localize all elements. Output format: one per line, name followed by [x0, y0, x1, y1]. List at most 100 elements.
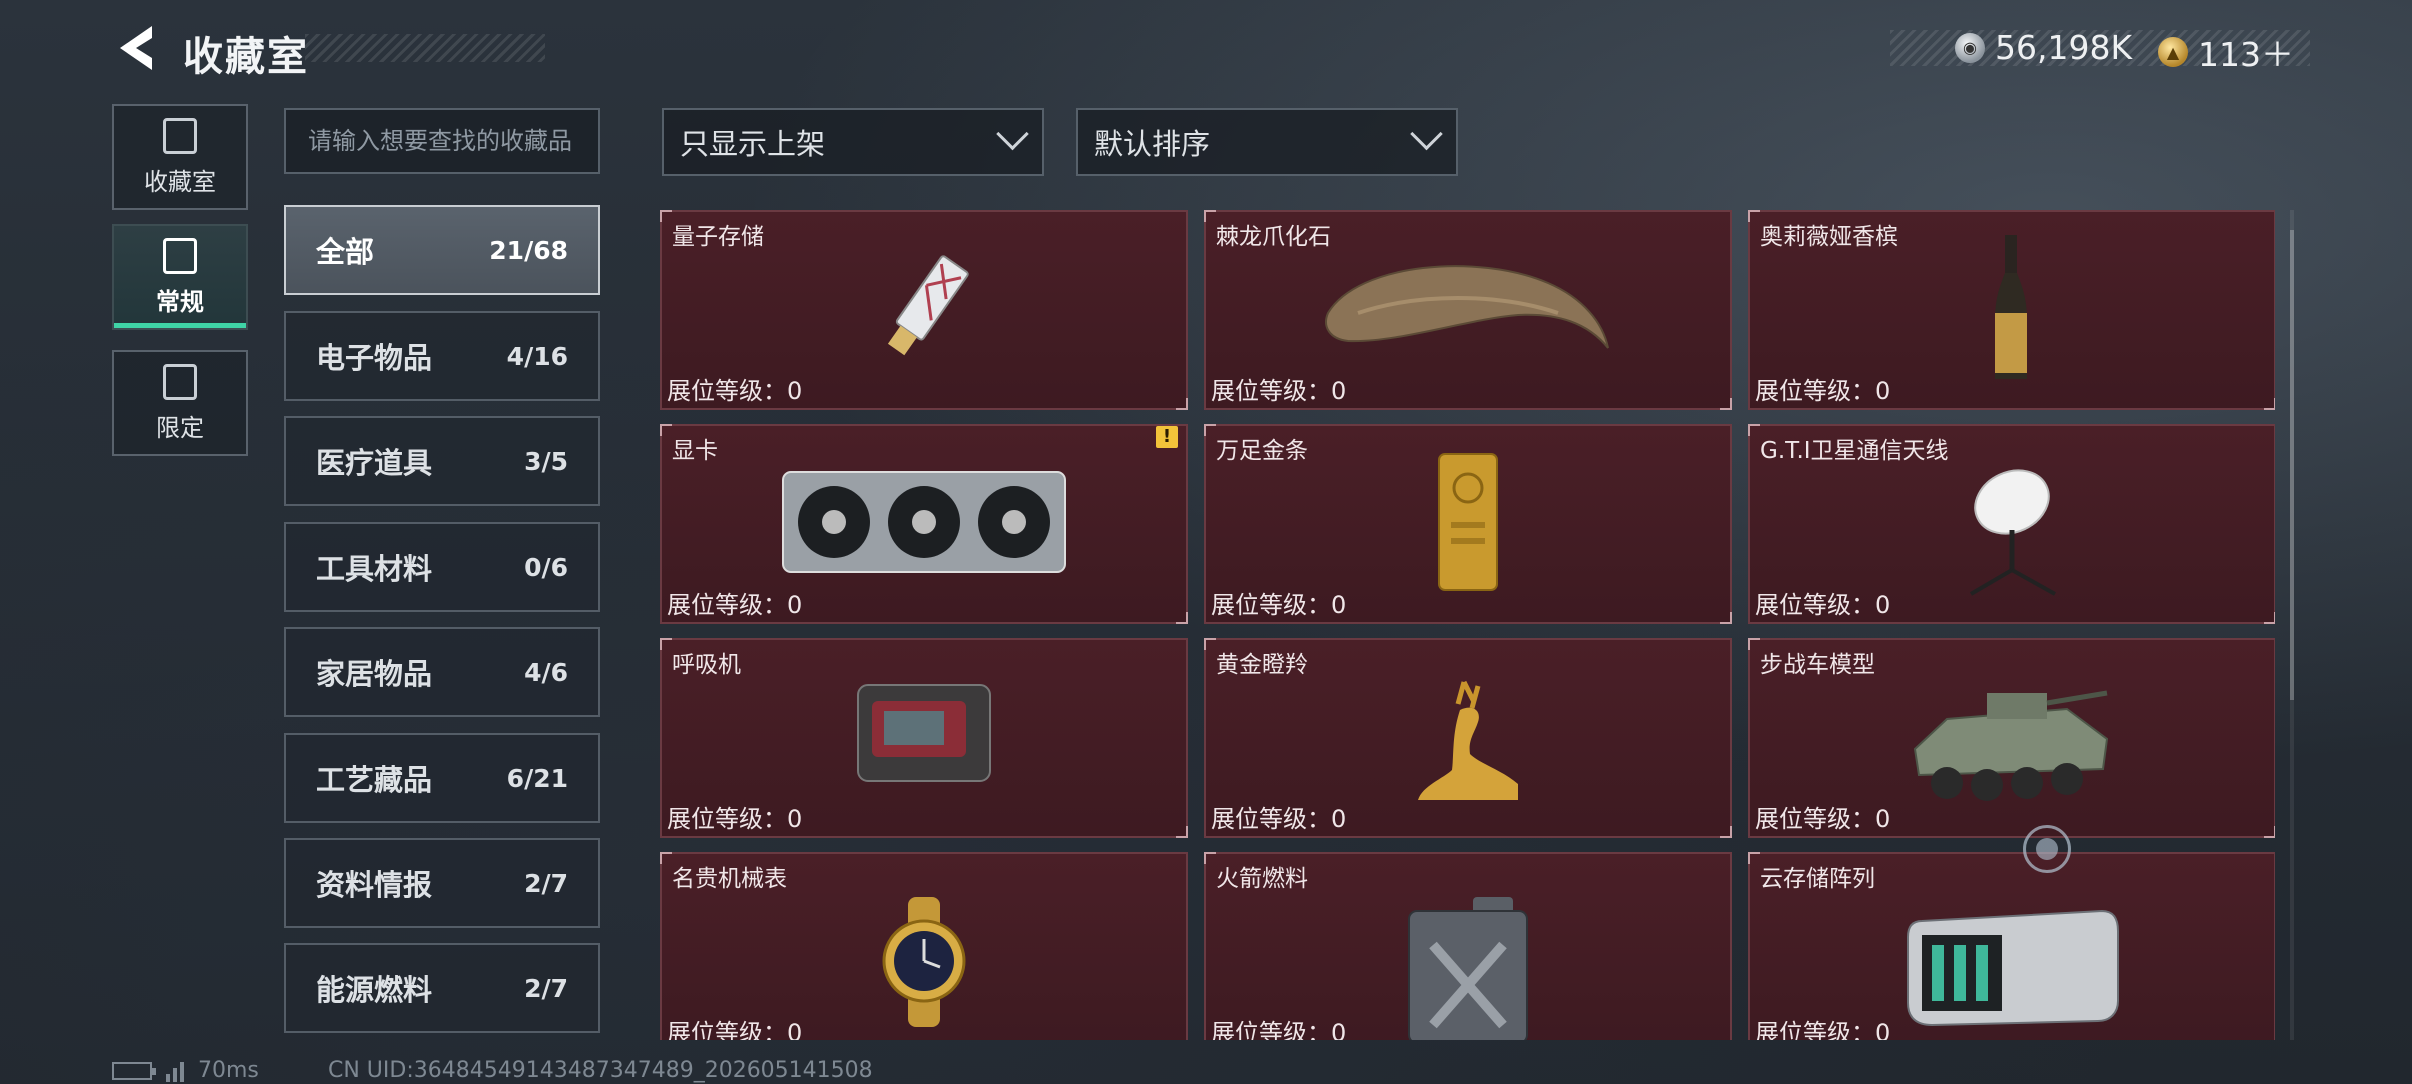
category-name: 全部: [316, 235, 375, 269]
category-count: 21/68: [489, 235, 568, 265]
category-name: 工艺藏品: [316, 763, 433, 797]
page-title: 收藏室: [183, 34, 309, 80]
category-electronics[interactable]: 电子物品 4/16: [284, 311, 600, 401]
signal-icon: [166, 1060, 184, 1082]
graphics-card-icon: [779, 462, 1069, 586]
warning-badge: !: [1156, 426, 1178, 448]
category-count: 3/5: [524, 446, 568, 476]
rail-regular[interactable]: 常规: [112, 224, 248, 330]
fuel-canister-icon: [1403, 895, 1533, 1040]
silver-currency: ◉ 56,198K: [1955, 28, 2132, 67]
item-level: 展位等级：0: [667, 805, 803, 833]
category-name: 电子物品: [316, 341, 433, 375]
gold-currency[interactable]: ▲ 113＋: [2158, 28, 2294, 76]
sort-value: 默认排序: [1094, 127, 1211, 161]
item-name: 黄金瞪羚: [1216, 652, 1308, 678]
item-level: 展位等级：0: [1755, 377, 1891, 405]
item-name: 量子存储: [672, 224, 764, 250]
chevron-down-icon: [996, 117, 1029, 150]
item-card[interactable]: 名贵机械表 展位等级：0: [660, 852, 1188, 1040]
item-card[interactable]: 步战车模型 展位等级：0: [1748, 638, 2275, 838]
item-name: 奥莉薇娅香槟: [1760, 224, 1898, 250]
collection-icon: [163, 117, 197, 154]
rail-limited[interactable]: 限定: [112, 350, 248, 456]
item-level: 展位等级：0: [1211, 805, 1347, 833]
sort-dropdown[interactable]: 默认排序: [1076, 108, 1458, 176]
item-card[interactable]: 万足金条 展位等级：0: [1204, 424, 1732, 624]
champagne-icon: [1987, 233, 2037, 387]
item-level: 展位等级：0: [667, 1019, 803, 1040]
gold-amount: 113＋: [2198, 35, 2294, 74]
scroll-thumb[interactable]: [2290, 230, 2294, 700]
item-level: 展位等级：0: [667, 377, 803, 405]
category-crafts[interactable]: 工艺藏品 6/21: [284, 733, 600, 823]
gold-coin-icon: ▲: [2158, 37, 2188, 67]
grid-scrollbar[interactable]: [2290, 210, 2294, 1040]
category-intel[interactable]: 资料情报 2/7: [284, 838, 600, 928]
category-energy[interactable]: 能源燃料 2/7: [284, 943, 600, 1033]
item-card[interactable]: 棘龙爪化石 展位等级：0: [1204, 210, 1732, 410]
item-name: 万足金条: [1216, 438, 1308, 464]
item-card[interactable]: 奥莉薇娅香槟 展位等级：0: [1748, 210, 2275, 410]
regular-icon: [163, 237, 197, 274]
rail-label: 常规: [156, 287, 204, 316]
item-name: 显卡: [672, 438, 718, 464]
search-input[interactable]: [284, 108, 600, 174]
item-card[interactable]: 云存储阵列 展位等级：0: [1748, 852, 2275, 1040]
category-count: 2/7: [524, 973, 568, 1003]
category-count: 0/6: [524, 552, 568, 582]
golden-gazelle-icon: [1408, 674, 1528, 818]
item-level: 展位等级：0: [1211, 1019, 1347, 1040]
quantum-storage-icon: [869, 248, 979, 372]
rail-label: 限定: [156, 413, 204, 442]
item-card[interactable]: 呼吸机 展位等级：0: [660, 638, 1188, 838]
item-name: 云存储阵列: [1760, 866, 1875, 892]
back-arrow-icon: [120, 26, 152, 70]
title-decoration: [305, 34, 545, 62]
category-count: 6/21: [506, 763, 568, 793]
category-count: 2/7: [524, 868, 568, 898]
ventilator-icon: [854, 681, 994, 795]
category-name: 能源燃料: [316, 973, 433, 1007]
category-all[interactable]: 全部 21/68: [284, 205, 600, 295]
category-count: 4/6: [524, 657, 568, 687]
status-bar: 70ms: [112, 1058, 259, 1083]
category-tools[interactable]: 工具材料 0/6: [284, 522, 600, 612]
category-name: 医疗道具: [316, 446, 433, 480]
gold-bar-icon: [1433, 452, 1503, 596]
chevron-down-icon: [1410, 117, 1443, 150]
category-medical[interactable]: 医疗道具 3/5: [284, 416, 600, 506]
ping-value: 70ms: [198, 1058, 259, 1083]
item-card[interactable]: 黄金瞪羚 展位等级：0: [1204, 638, 1732, 838]
silver-amount: 56,198K: [1995, 28, 2133, 67]
rail-collection-room[interactable]: 收藏室: [112, 104, 248, 210]
battery-icon: [112, 1061, 156, 1080]
shelf-filter-value: 只显示上架: [680, 127, 826, 161]
limited-icon: [163, 363, 197, 400]
item-card[interactable]: 火箭燃料 展位等级：0: [1204, 852, 1732, 1040]
storage-array-icon: [1902, 901, 2122, 1035]
item-level: 展位等级：0: [667, 591, 803, 619]
item-name: 棘龙爪化石: [1216, 224, 1331, 250]
item-name: 步战车模型: [1760, 652, 1875, 678]
category-household[interactable]: 家居物品 4/6: [284, 627, 600, 717]
item-level: 展位等级：0: [1755, 805, 1891, 833]
back-button[interactable]: [112, 22, 160, 74]
silver-coin-icon: ◉: [1955, 32, 1985, 63]
collectible-grid: 量子存储 展位等级：0 棘龙爪化石 展位等级：0 奥莉薇娅香槟 展位等级：0 显…: [660, 210, 2275, 1040]
satellite-dish-icon: [1957, 460, 2067, 604]
category-name: 家居物品: [316, 657, 433, 691]
item-level: 展位等级：0: [1211, 591, 1347, 619]
item-card[interactable]: 显卡 ! 展位等级：0: [660, 424, 1188, 624]
shelf-filter-dropdown[interactable]: 只显示上架: [662, 108, 1044, 176]
ifv-model-icon: [1907, 679, 2117, 813]
category-name: 资料情报: [316, 868, 433, 902]
mechanical-watch-icon: [864, 896, 984, 1031]
item-card[interactable]: 量子存储 展位等级：0: [660, 210, 1188, 410]
category-name: 工具材料: [316, 552, 433, 586]
item-level: 展位等级：0: [1755, 1019, 1891, 1040]
item-name: G.T.I卫星通信天线: [1760, 438, 1949, 464]
item-card[interactable]: G.T.I卫星通信天线 展位等级：0: [1748, 424, 2275, 624]
item-name: 火箭燃料: [1216, 866, 1308, 892]
claw-fossil-icon: [1318, 253, 1618, 367]
